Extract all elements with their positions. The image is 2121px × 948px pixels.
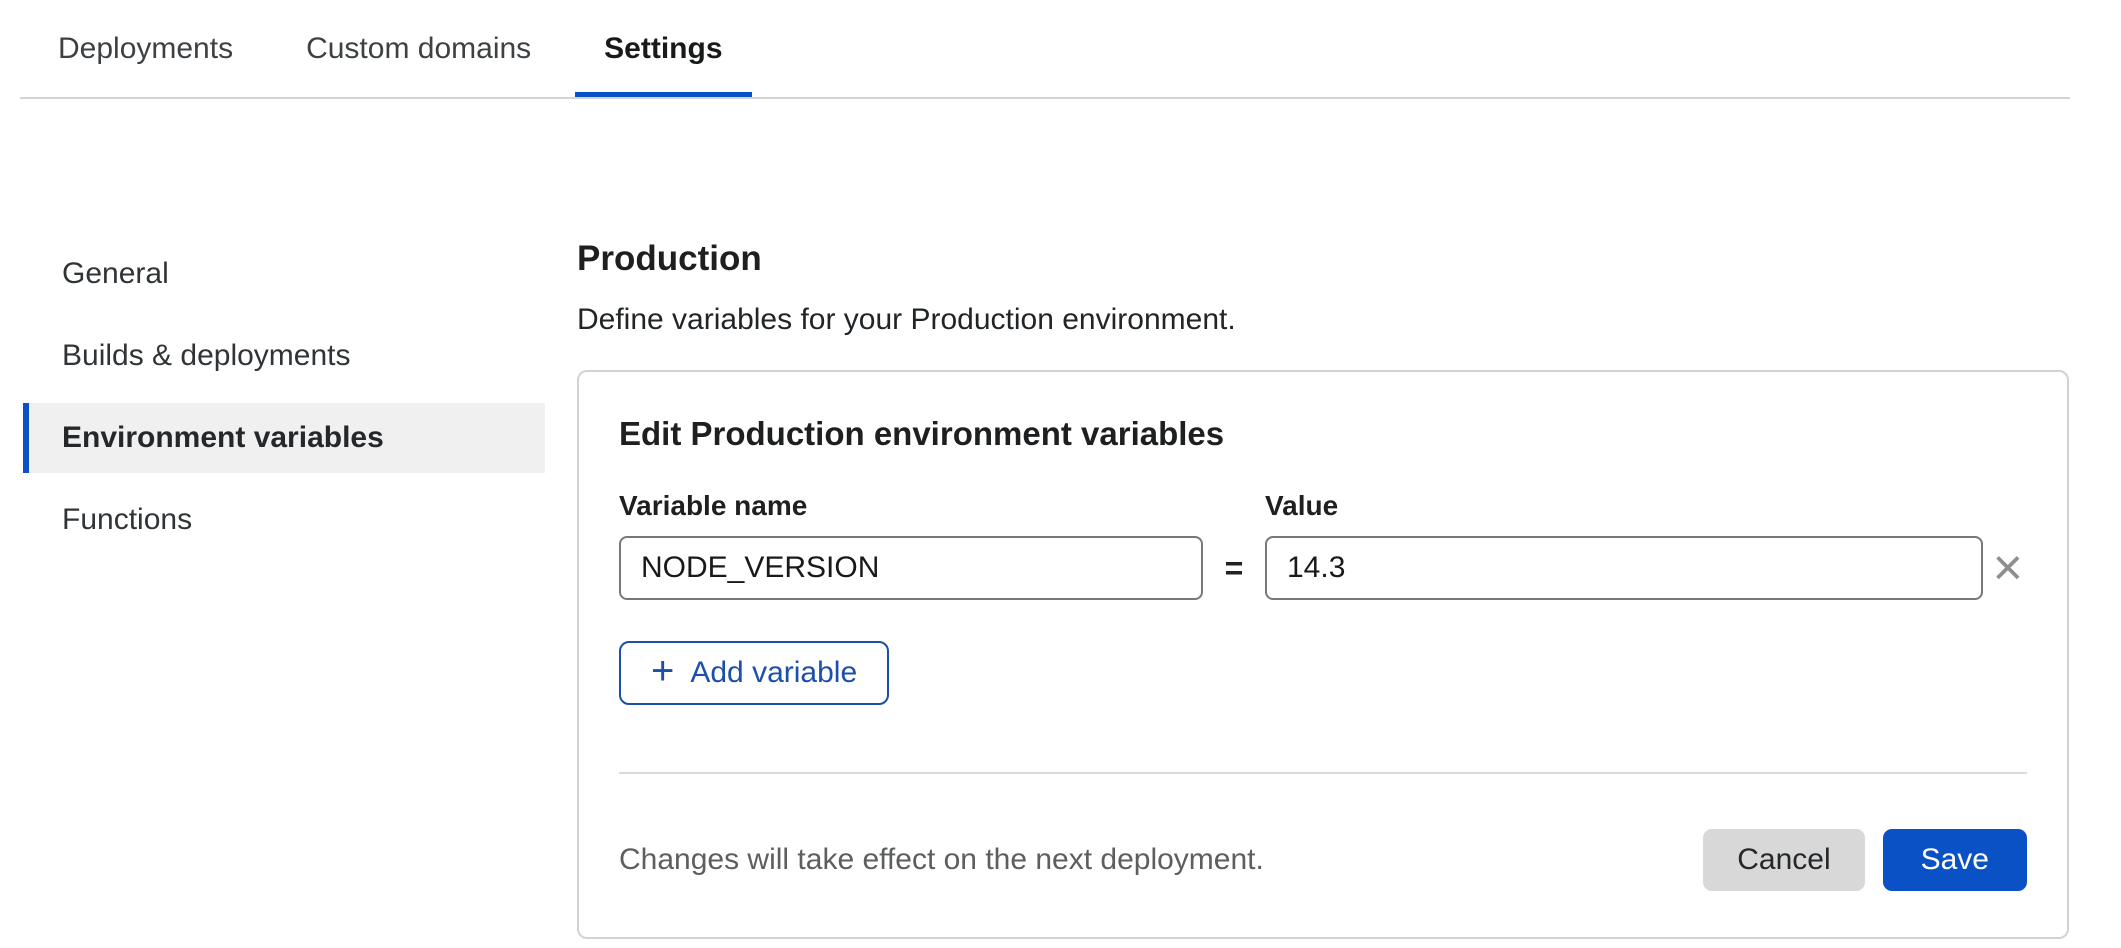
variable-name-label: Variable name <box>619 492 1203 520</box>
add-variable-button[interactable]: + Add variable <box>619 641 889 705</box>
plus-icon: + <box>651 651 674 691</box>
card-divider <box>619 772 2027 774</box>
environment-variables-panel: Production Define variables for your Pro… <box>577 239 2069 939</box>
sidebar-item-functions[interactable]: Functions <box>23 485 545 555</box>
add-variable-label: Add variable <box>690 658 857 688</box>
save-button[interactable]: Save <box>1883 829 2027 891</box>
tab-settings-label: Settings <box>604 32 722 66</box>
tab-deployments[interactable]: Deployments <box>29 0 262 97</box>
footer-actions: Cancel Save <box>1703 829 2027 891</box>
equals-sign: = <box>1203 550 1265 587</box>
x-icon: × <box>1993 539 2023 597</box>
tab-deployments-label: Deployments <box>58 32 233 66</box>
deployment-note: Changes will take effect on the next dep… <box>619 845 1264 875</box>
card-title: Edit Production environment variables <box>619 417 2027 450</box>
sidebar-item-builds-deployments[interactable]: Builds & deployments <box>23 321 545 391</box>
settings-layout: General Builds & deployments Environment… <box>0 239 2121 939</box>
variable-row: = × <box>619 536 2027 600</box>
page-subtitle: Define variables for your Production env… <box>577 305 2069 335</box>
tab-custom-domains-label: Custom domains <box>306 32 531 66</box>
value-label: Value <box>1265 492 1983 520</box>
settings-sidebar: General Builds & deployments Environment… <box>23 239 545 567</box>
card-footer: Changes will take effect on the next dep… <box>619 829 2027 891</box>
tab-custom-domains[interactable]: Custom domains <box>277 0 560 97</box>
variable-value-input[interactable] <box>1265 536 1983 600</box>
remove-variable-button[interactable]: × <box>1989 542 2027 594</box>
pages-project-settings-page: Deployments Custom domains Settings Gene… <box>0 0 2121 939</box>
cancel-button[interactable]: Cancel <box>1703 829 1864 891</box>
sidebar-item-environment-variables[interactable]: Environment variables <box>23 403 545 473</box>
page-title: Production <box>577 241 2069 276</box>
tab-bar: Deployments Custom domains Settings <box>20 0 2070 99</box>
edit-env-vars-card: Edit Production environment variables Va… <box>577 370 2069 939</box>
field-labels-row: Variable name Value <box>619 492 2027 520</box>
sidebar-item-general[interactable]: General <box>23 239 545 309</box>
variable-name-input[interactable] <box>619 536 1203 600</box>
tab-settings[interactable]: Settings <box>575 0 751 97</box>
